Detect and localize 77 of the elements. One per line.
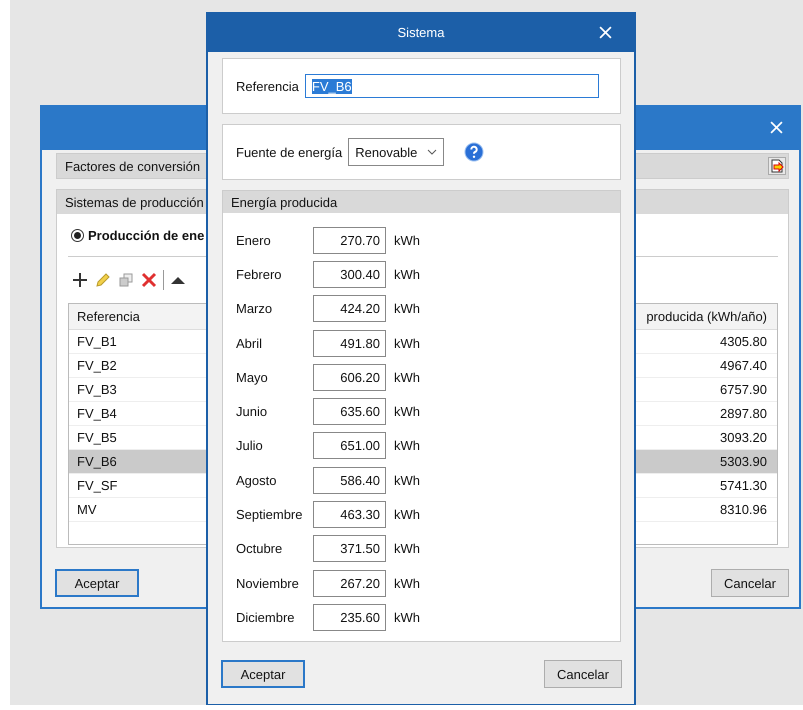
field-label: Abril xyxy=(236,336,264,351)
table-cell: 8310.96 xyxy=(720,502,767,517)
unit-label: kWh xyxy=(394,232,420,248)
table-cell: 4305.80 xyxy=(720,334,767,349)
input-field[interactable]: 606.20 xyxy=(313,364,386,391)
field-label: Febrero xyxy=(236,266,283,282)
input-field[interactable]: 424.20 xyxy=(313,295,386,322)
table-cell: 5303.90 xyxy=(720,454,767,469)
input-field[interactable]: 371.50 xyxy=(313,535,386,562)
unit-label: kWh xyxy=(394,472,420,488)
field-label: Noviembre xyxy=(236,576,300,591)
dialog-button[interactable]: Aceptar xyxy=(55,569,139,597)
table-cell: 6757.90 xyxy=(720,382,767,397)
dialog-button[interactable]: Cancelar xyxy=(544,660,622,688)
field-label: Agosto xyxy=(236,472,278,488)
column-header[interactable]: producida (kWh/año) xyxy=(646,309,767,324)
field-label: Enero xyxy=(236,232,272,248)
pencil-icon[interactable] xyxy=(94,271,112,289)
table-cell: MV xyxy=(77,502,96,517)
export-icon[interactable] xyxy=(768,157,786,175)
delete-icon[interactable] xyxy=(140,271,158,289)
unit-label: kWh xyxy=(394,301,420,316)
table-cell: 3093.20 xyxy=(720,430,767,445)
table-cell: FV_B6 xyxy=(77,454,117,469)
field-label: Diciembre xyxy=(236,610,296,625)
dropdown[interactable]: Renovable xyxy=(348,138,444,166)
field-label: Julio xyxy=(236,438,264,454)
input-field[interactable]: 635.60 xyxy=(313,398,386,426)
unit-label: kWh xyxy=(394,370,420,385)
radio-label[interactable]: Producción de ene xyxy=(88,228,204,242)
table-cell: FV_B4 xyxy=(77,406,117,421)
input-field[interactable]: 300.40 xyxy=(313,260,386,288)
input-field[interactable]: 235.60 xyxy=(313,604,386,631)
unit-label: kWh xyxy=(394,610,420,625)
field-label: Junio xyxy=(236,404,268,420)
table-cell: FV_B1 xyxy=(77,334,117,349)
unit-label: kWh xyxy=(394,576,420,591)
add-icon[interactable] xyxy=(71,271,89,289)
close-icon[interactable] xyxy=(599,26,612,39)
dialog-button[interactable]: Cancelar xyxy=(710,569,789,597)
table-cell: 2897.80 xyxy=(720,406,767,421)
input-field[interactable]: 463.30 xyxy=(313,501,386,528)
radio-button[interactable] xyxy=(71,228,84,242)
table-cell: 5741.30 xyxy=(720,478,767,493)
input-field[interactable]: FV_B6 xyxy=(304,74,599,98)
field-label: Marzo xyxy=(236,301,274,316)
field-label: Septiembre xyxy=(236,507,304,522)
field-label: Octubre xyxy=(236,541,284,556)
unit-label: kWh xyxy=(394,438,420,454)
dialog-button[interactable]: Aceptar xyxy=(221,660,305,688)
unit-label: kWh xyxy=(394,507,420,522)
unit-label: kWh xyxy=(394,404,420,420)
unit-label: kWh xyxy=(394,541,420,556)
panel-title: Sistemas de producción xyxy=(65,194,204,210)
input-field[interactable]: 267.20 xyxy=(313,570,386,597)
copy-icon[interactable] xyxy=(117,271,135,289)
unit-label: kWh xyxy=(394,336,420,351)
panel-title: Energía producida xyxy=(231,194,338,210)
table-cell: FV_B2 xyxy=(77,358,117,373)
field-label: Referencia xyxy=(236,78,299,94)
input-field[interactable]: 586.40 xyxy=(313,466,386,494)
table-cell: FV_B3 xyxy=(77,382,117,397)
table-cell: FV_SF xyxy=(77,478,118,493)
input-field[interactable]: 491.80 xyxy=(313,330,386,357)
section-title[interactable]: Factores de conversión xyxy=(65,158,200,174)
chevron-down-icon[interactable] xyxy=(427,149,438,155)
help-icon[interactable] xyxy=(464,142,484,162)
column-header[interactable]: Referencia xyxy=(77,309,140,324)
field-label: Mayo xyxy=(236,370,269,385)
table-cell: 4967.40 xyxy=(720,358,767,373)
close-icon[interactable] xyxy=(770,121,783,134)
input-field[interactable]: 651.00 xyxy=(313,432,386,460)
table-cell: FV_B5 xyxy=(77,430,117,445)
field-label: Fuente de energía xyxy=(236,144,342,160)
input-field[interactable]: 270.70 xyxy=(313,226,386,254)
unit-label: kWh xyxy=(394,266,420,282)
window-title: Sistema xyxy=(398,24,444,40)
